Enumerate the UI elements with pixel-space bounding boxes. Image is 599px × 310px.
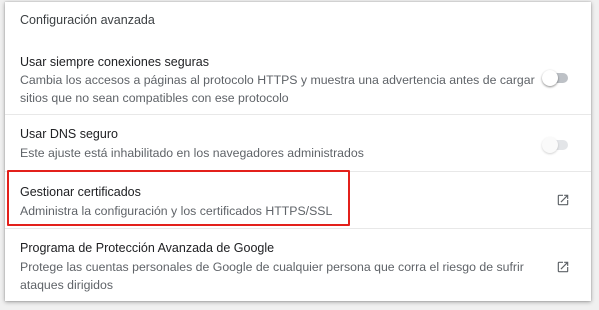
setting-description: Cambia los accesos a páginas al protocol… xyxy=(20,73,535,105)
setting-title: Usar siempre conexiones seguras xyxy=(20,55,209,69)
advanced-settings-card: Configuración avanzada Usar siempre cone… xyxy=(5,2,591,301)
setting-row-secure-connections[interactable]: Usar siempre conexiones seguras Cambia l… xyxy=(5,44,591,114)
highlight-box xyxy=(7,170,350,226)
section-title: Configuración avanzada xyxy=(20,13,155,27)
toggle-knob xyxy=(542,137,558,153)
setting-title: Usar DNS seguro xyxy=(20,127,118,141)
setting-row-secure-dns: Usar DNS seguro Este ajuste está inhabil… xyxy=(5,114,591,171)
secure-connections-toggle[interactable] xyxy=(542,70,570,86)
setting-description: Este ajuste está inhabilitado en los nav… xyxy=(20,146,364,160)
secure-dns-toggle xyxy=(542,137,570,153)
open-in-new-icon[interactable] xyxy=(556,260,570,274)
toggle-knob xyxy=(542,70,558,86)
setting-title: Programa de Protección Avanzada de Googl… xyxy=(20,241,275,255)
open-in-new-icon[interactable] xyxy=(556,193,570,207)
setting-description: Protege las cuentas personales de Google… xyxy=(20,260,524,292)
setting-row-advanced-protection[interactable]: Programa de Protección Avanzada de Googl… xyxy=(5,228,591,301)
